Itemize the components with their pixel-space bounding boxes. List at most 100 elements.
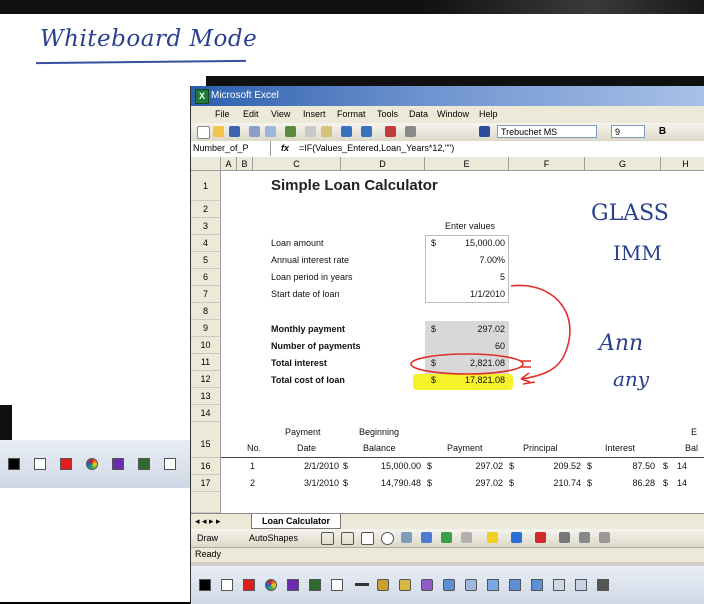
col-header-h[interactable]: H <box>661 157 704 171</box>
menu-insert[interactable]: Insert <box>303 109 326 119</box>
wordart-icon[interactable] <box>421 532 432 543</box>
open-icon[interactable] <box>213 126 224 137</box>
color-wheel-icon[interactable] <box>265 579 277 591</box>
save-annotation-icon[interactable] <box>597 579 609 591</box>
black-pen-icon[interactable] <box>199 579 211 591</box>
preview-icon[interactable] <box>265 126 276 137</box>
tab-loan-calculator[interactable]: Loan Calculator <box>251 514 342 529</box>
col-header-e[interactable]: E <box>425 157 509 171</box>
row-header-17[interactable]: 17 <box>191 475 221 492</box>
row-header-15[interactable]: 15 <box>191 422 221 458</box>
screen-icon[interactable] <box>164 458 176 470</box>
pencil-yellow-icon[interactable] <box>377 579 389 591</box>
row-header-16[interactable]: 16 <box>191 458 221 475</box>
red-pen-icon[interactable] <box>243 579 255 591</box>
oval-icon[interactable] <box>381 532 394 545</box>
worksheet-grid[interactable]: Simple Loan Calculator Enter values Loan… <box>221 171 704 513</box>
row-header-13[interactable]: 13 <box>191 388 221 405</box>
col-header-d[interactable]: D <box>341 157 425 171</box>
line-icon[interactable] <box>321 532 334 545</box>
name-box[interactable]: Number_of_P <box>191 141 271 156</box>
menu-tools[interactable]: Tools <box>377 109 398 119</box>
new-icon[interactable] <box>197 126 210 139</box>
pointer-icon[interactable] <box>487 579 499 591</box>
line-style-icon[interactable] <box>559 532 570 543</box>
arrow-up-icon[interactable] <box>509 579 521 591</box>
menu-format[interactable]: Format <box>337 109 366 119</box>
menu-data[interactable]: Data <box>409 109 428 119</box>
row-header-4[interactable]: 4 <box>191 235 221 252</box>
screen-icon[interactable] <box>331 579 343 591</box>
pencil-gold-icon[interactable] <box>399 579 411 591</box>
fill-color-icon[interactable] <box>487 532 498 543</box>
pencil-blue-icon[interactable] <box>443 579 455 591</box>
textbox-icon[interactable] <box>401 532 412 543</box>
pencil-purple-icon[interactable] <box>421 579 433 591</box>
sigma-icon[interactable] <box>385 126 396 137</box>
whiteboard-canvas[interactable]: Whiteboard Mode X Microsoft Excel File E… <box>0 0 704 604</box>
highlighter-icon[interactable] <box>112 458 124 470</box>
row-header-10[interactable]: 10 <box>191 337 221 354</box>
page-icon[interactable] <box>553 579 565 591</box>
cut-icon[interactable] <box>305 126 316 137</box>
paste-icon[interactable] <box>321 126 332 137</box>
autoshapes-menu[interactable]: AutoShapes <box>249 533 298 543</box>
row-header-1[interactable]: 1 <box>191 171 221 201</box>
arrow-icon[interactable] <box>341 532 354 545</box>
rectangle-icon[interactable] <box>361 532 374 545</box>
dash-style-icon[interactable] <box>579 532 590 543</box>
menu-window[interactable]: Window <box>437 109 469 119</box>
row-header-3[interactable]: 3 <box>191 218 221 235</box>
menu-file[interactable]: File <box>215 109 230 119</box>
picture-icon[interactable] <box>461 532 472 543</box>
formula-input[interactable]: =IF(Values_Entered,Loan_Years*12,"") <box>299 143 454 153</box>
row-header-14[interactable]: 14 <box>191 405 221 422</box>
white-pen-icon[interactable] <box>34 458 46 470</box>
print-icon[interactable] <box>249 126 260 137</box>
arrow-style-icon[interactable] <box>599 532 610 543</box>
font-name-select[interactable]: Trebuchet MS <box>497 125 597 138</box>
line-tool-icon[interactable] <box>355 583 369 586</box>
spelling-icon[interactable] <box>285 126 296 137</box>
redo-icon[interactable] <box>361 126 372 137</box>
highlighter-icon[interactable] <box>287 579 299 591</box>
save-icon[interactable] <box>229 126 240 137</box>
menu-view[interactable]: View <box>271 109 290 119</box>
draw-menu[interactable]: Draw <box>197 533 218 543</box>
col-header-f[interactable]: F <box>509 157 585 171</box>
marker-icon[interactable] <box>138 458 150 470</box>
col-header-g[interactable]: G <box>585 157 661 171</box>
row-header-7[interactable]: 7 <box>191 286 221 303</box>
capture-icon[interactable] <box>575 579 587 591</box>
font-color-icon[interactable] <box>535 532 546 543</box>
marker-icon[interactable] <box>309 579 321 591</box>
menu-edit[interactable]: Edit <box>243 109 259 119</box>
line-color-icon[interactable] <box>511 532 522 543</box>
col-header-a[interactable]: A <box>221 157 237 171</box>
arrow-down-icon[interactable] <box>531 579 543 591</box>
eraser-icon[interactable] <box>465 579 477 591</box>
clipart-icon[interactable] <box>441 532 452 543</box>
select-all-corner[interactable] <box>191 157 221 171</box>
font-size-select[interactable]: 9 <box>611 125 645 138</box>
row-header-6[interactable]: 6 <box>191 269 221 286</box>
row-header-8[interactable]: 8 <box>191 303 221 320</box>
white-pen-icon[interactable] <box>221 579 233 591</box>
black-pen-icon[interactable] <box>8 458 20 470</box>
row-header-12[interactable]: 12 <box>191 371 221 388</box>
tab-nav-arrows-icon[interactable]: ◂ ◂ ▸ ▸ <box>195 516 221 527</box>
bold-icon[interactable]: B <box>657 126 668 137</box>
undo-icon[interactable] <box>341 126 352 137</box>
red-pen-icon[interactable] <box>60 458 72 470</box>
color-wheel-icon[interactable] <box>86 458 98 470</box>
row-header-11[interactable]: 11 <box>191 354 221 371</box>
row-header-5[interactable]: 5 <box>191 252 221 269</box>
col-header-c[interactable]: C <box>253 157 341 171</box>
fx-icon[interactable]: fx <box>281 143 289 153</box>
row-header-2[interactable]: 2 <box>191 201 221 218</box>
col-header-b[interactable]: B <box>237 157 253 171</box>
excel-logo-icon: X <box>195 89 209 104</box>
row-header-9[interactable]: 9 <box>191 320 221 337</box>
menu-help[interactable]: Help <box>479 109 498 119</box>
sort-icon[interactable] <box>405 126 416 137</box>
